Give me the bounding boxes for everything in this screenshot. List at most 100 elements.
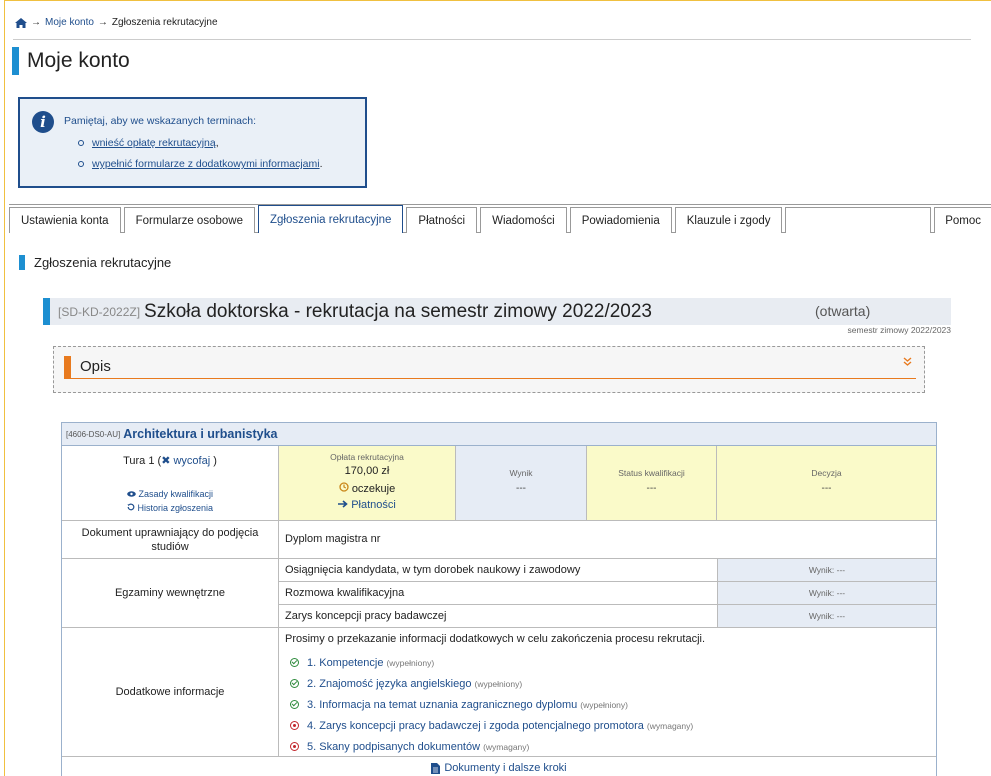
form-state: (wypełniony) [386,657,435,668]
exam-item: Osiągnięcia kandydata, w tym dorobek nau… [279,559,936,582]
link-fill-forms[interactable]: wypełnić formularze z dodatkowymi inform… [92,158,320,170]
additional-forms-list: 1. Kompetencje (wypełniony) 2. Znajomość… [285,652,936,757]
info-list: wnieść opłatę rekrutacyjną, wypełnić for… [78,137,323,179]
result-label: Wynik [509,468,533,478]
form-state: (wypełniony) [474,678,523,689]
page-title: Moje konto [12,47,130,75]
tura-label: Tura 1 [123,455,155,467]
form-item: 5. Skany podpisanych dokumentów (wymagan… [290,736,936,757]
fee-label: Opłata rekrutacyjna [330,452,404,462]
link-pay-fee[interactable]: wnieść opłatę rekrutacyjną [92,137,216,149]
fee-amount: 170,00 zł [344,465,390,477]
check-circle-icon [290,658,299,667]
exam-name: Zarys koncepcji pracy badawczej [279,605,718,627]
info-box: i Pamiętaj, aby we wskazanych terminach:… [18,97,367,188]
form-link[interactable]: 3. Informacja na temat uznania zagranicz… [307,699,577,711]
form-link[interactable]: 5. Skany podpisanych dokumentów [307,741,480,753]
section-title-text: Zgłoszenia rekrutacyjne [34,255,172,270]
form-state: (wymagany) [646,720,694,731]
program-card: [4606-DS0-AU] Architektura i urbanistyka… [61,422,937,776]
arrow-right-icon [338,500,348,508]
application-history-link[interactable]: Historia zgłoszenia [62,503,278,513]
bullet-icon [78,140,84,146]
document-value: Dyplom magistra nr [285,533,381,545]
qualification-status-label: Status kwalifikacji [618,468,685,478]
form-state: (wymagany) [483,741,530,752]
exam-name: Osiągnięcia kandydata, w tym dorobek nau… [279,559,718,581]
application-history-label: Historia zgłoszenia [137,503,214,513]
payments-link[interactable]: Płatności [279,499,455,511]
description-panel[interactable]: Opis [53,346,925,393]
info-list-item: wnieść opłatę rekrutacyjną, [78,137,323,149]
info-text: Pamiętaj, aby we wskazanych terminach: [64,115,256,127]
result-value: --- [516,483,526,494]
eye-icon [127,491,136,497]
decision-value: --- [821,483,832,494]
breadcrumb-separator: → [97,17,108,28]
tab-clauses-consents[interactable]: Klauzule i zgody [674,207,783,233]
info-list-item: wypełnić formularze z dodatkowymi inform… [78,158,323,170]
form-link[interactable]: 2. Znajomość języka angielskiego [307,678,471,690]
recruitment-semester: semestr zimowy 2022/2023 [847,325,951,335]
qualification-rules-link[interactable]: Zasady kwalifikacji [62,489,278,499]
tab-payments[interactable]: Płatności [406,207,478,233]
fee-status-text: oczekuje [351,483,396,495]
chevron-double-down-icon[interactable] [903,357,912,367]
section-accent-bar [19,255,25,270]
form-link[interactable]: 1. Kompetencje [307,657,383,669]
exam-item: Rozmowa kwalifikacyjna Wynik: --- [279,582,936,605]
document-icon [431,762,441,774]
tab-account-settings[interactable]: Ustawienia konta [9,207,121,233]
exams-row: Egzaminy wewnętrzne Osiągnięcia kandydat… [62,559,936,628]
fee-cell: Opłata rekrutacyjna 170,00 zł oczekuje P… [279,446,456,520]
description-accent-bar [64,356,71,378]
document-row: Dokument uprawniający do podjęcia studió… [62,521,936,559]
bullet-icon [78,161,84,167]
breadcrumb-separator: → [31,17,41,28]
recruitment-status: (otwarta) [815,303,871,319]
tab-help[interactable]: Pomoc [934,207,991,233]
program-header: [4606-DS0-AU] Architektura i urbanistyka [62,423,936,446]
document-label: Dokument uprawniający do podjęcia studió… [62,521,279,558]
qualification-rules-label: Zasady kwalifikacji [138,489,214,499]
recruitment-header: [SD-KD-2022Z] Szkoła doktorska - rekruta… [43,298,951,325]
documents-next-steps-link[interactable]: Dokumenty i dalsze kroki [62,757,936,776]
recruitment-accent-bar [43,298,50,325]
page-frame: → Moje konto → Zgłoszenia rekrutacyjne M… [4,0,991,776]
tura-row: Tura 1 (✖ wycofaj ) Zasady kwalifikacji … [62,446,936,521]
info-item-suffix: , [215,137,219,149]
additional-info-label: Dodatkowe informacje [62,628,279,756]
tab-spacer [785,207,932,233]
withdraw-link[interactable]: wycofaj [173,455,210,467]
exam-name: Rozmowa kwalifikacyjna [279,582,718,604]
exams-label: Egzaminy wewnętrzne [62,559,279,627]
payments-link-label: Płatności [351,499,396,511]
tab-messages[interactable]: Wiadomości [480,207,567,233]
tura-label-line: Tura 1 (✖ wycofaj ) [62,454,278,467]
close-icon[interactable]: ✖ [161,455,170,467]
tab-personal-forms[interactable]: Formularze osobowe [123,207,255,233]
form-item: 1. Kompetencje (wypełniony) [290,652,936,673]
required-circle-icon [290,721,299,730]
tab-notifications[interactable]: Powiadomienia [569,207,672,233]
additional-info-row: Dodatkowe informacje Prosimy o przekazan… [62,628,936,757]
breadcrumb-link-my-account[interactable]: Moje konto [45,17,94,28]
exam-result: Wynik: --- [718,582,936,604]
info-icon: i [32,111,54,133]
form-link[interactable]: 4. Zarys koncepcji pracy badawczej i zgo… [307,720,644,732]
exam-result: Wynik: --- [718,559,936,581]
page-title-text: Moje konto [27,49,130,72]
title-accent-bar [12,47,19,75]
section-title: Zgłoszenia rekrutacyjne [19,255,171,270]
check-circle-icon [290,700,299,709]
tura-cell: Tura 1 (✖ wycofaj ) Zasady kwalifikacji … [62,446,279,520]
program-code: [4606-DS0-AU] [66,429,121,439]
documents-next-steps-label: Dokumenty i dalsze kroki [444,762,567,774]
program-name[interactable]: Architektura i urbanistyka [123,427,277,441]
paren: ) [213,455,217,467]
tab-applications[interactable]: Zgłoszenia rekrutacyjne [257,205,404,233]
description-underline [64,378,916,379]
qualification-status-value: --- [646,483,657,494]
decision-label: Decyzja [811,468,842,478]
home-icon[interactable] [15,17,27,28]
